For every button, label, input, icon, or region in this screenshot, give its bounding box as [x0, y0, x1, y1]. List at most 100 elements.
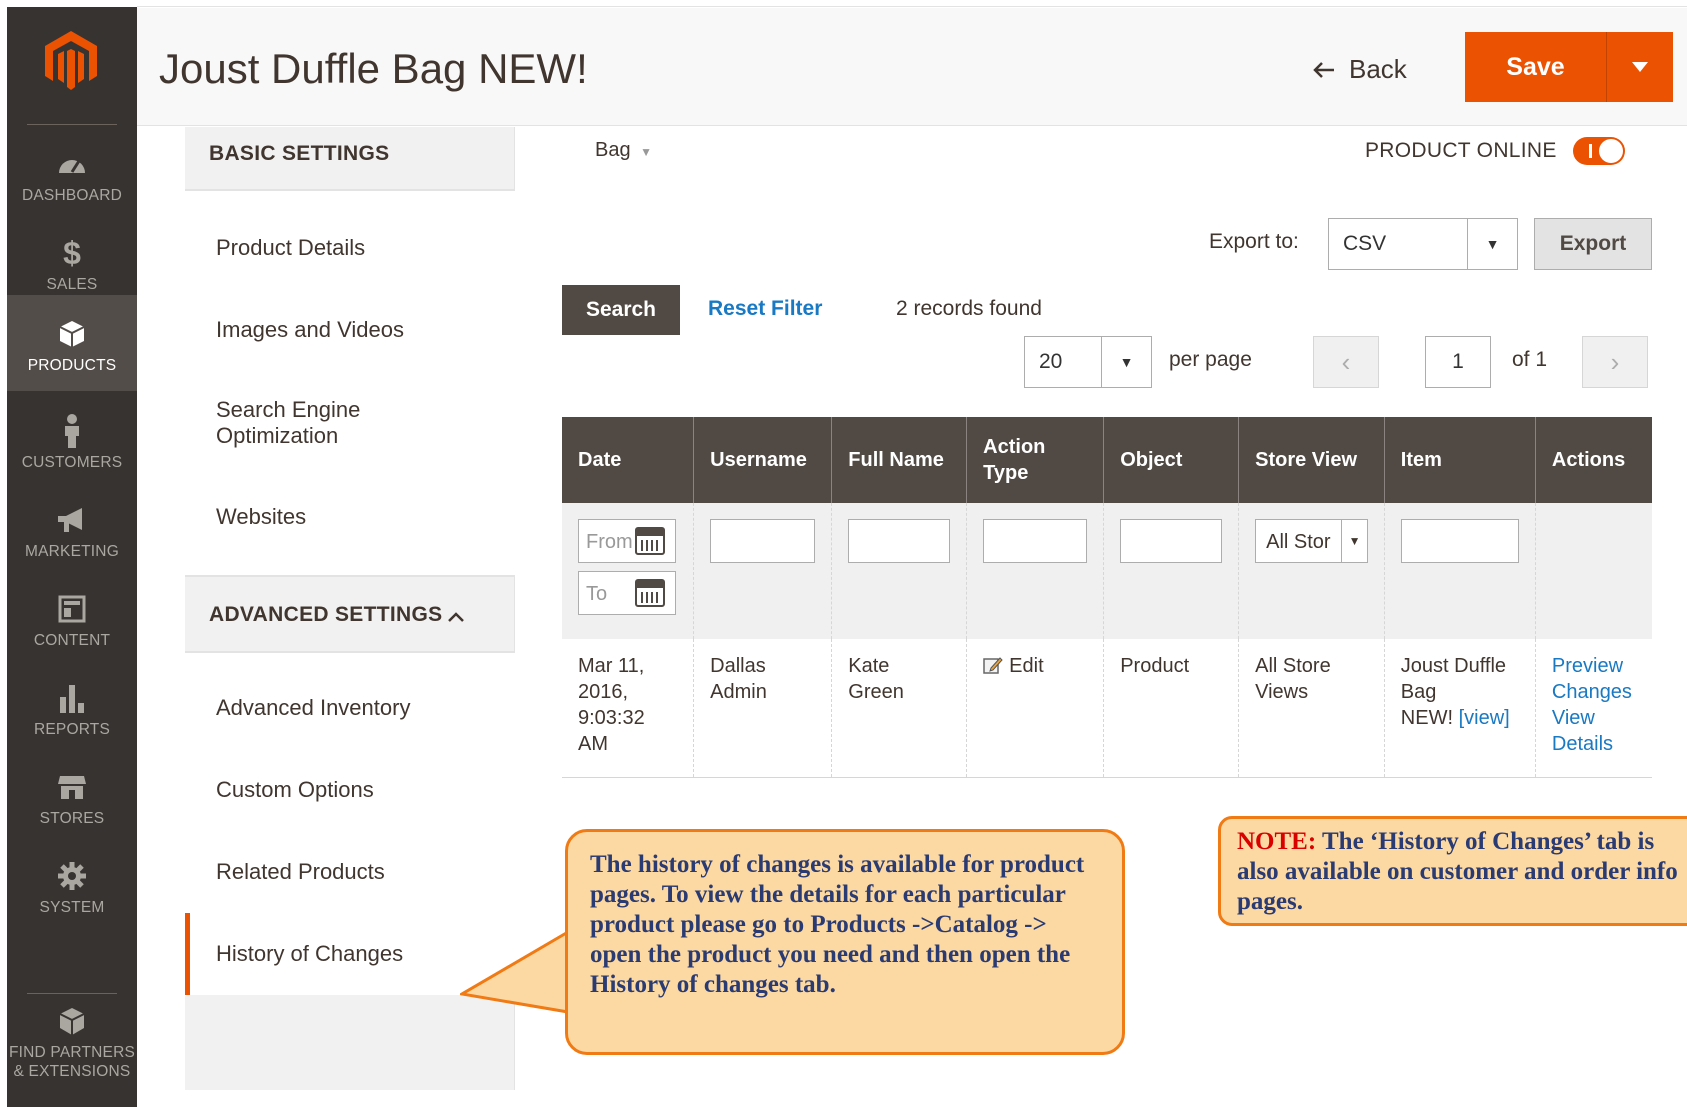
sidebar-item-content[interactable]: CONTENT [7, 570, 137, 666]
caret-down-icon: ▼ [1341, 520, 1367, 562]
per-page-label: per page [1169, 348, 1252, 371]
username-filter-input[interactable] [710, 519, 816, 563]
note-label: NOTE: [1237, 828, 1317, 855]
attribute-set-switcher[interactable]: Bag ▼ [595, 139, 652, 162]
action-type-filter-input[interactable] [983, 519, 1088, 563]
per-page-value: 20 [1039, 350, 1063, 373]
chevron-right-icon: › [1610, 346, 1620, 377]
advanced-settings-list: Advanced Inventory Custom Options Relate… [185, 653, 515, 913]
toggle-switch[interactable] [1572, 137, 1625, 165]
dollar-icon: $ [63, 234, 81, 271]
sidebar-item-products[interactable]: PRODUCTS [7, 295, 137, 391]
column-header-actions: Actions [1535, 417, 1652, 503]
sidebar-item-label: CONTENT [33, 632, 111, 649]
export-format-value: CSV [1343, 232, 1387, 255]
product-online-switch[interactable]: PRODUCT ONLINE [1365, 137, 1625, 165]
table-row: Mar 11, 2016, 9:03:32 AM Dallas Admin Kate Gr… [562, 639, 1652, 778]
cube-icon [7, 319, 137, 349]
top-border [137, 0, 1687, 7]
date-to-placeholder: To [586, 583, 608, 605]
full-name-filter-input[interactable] [848, 519, 951, 563]
admin-sidebar: DASHBOARD $ SALES PRODUCTS CUSTOMERS MAR… [7, 7, 137, 1107]
date-from-field[interactable]: From [578, 519, 676, 563]
store-view-filter-value: All Stor [1266, 531, 1331, 553]
store-view-filter-select[interactable]: All Stor ▼ [1255, 519, 1369, 563]
column-header-date[interactable]: Date [562, 417, 695, 503]
cell-object: Product [1103, 639, 1240, 778]
product-online-label: PRODUCT ONLINE [1365, 139, 1557, 162]
cell-actions: Preview Changes View Details [1535, 639, 1652, 778]
sidebar-item-label: CUSTOMERS [21, 454, 123, 471]
cell-action-type: Edit [966, 639, 1105, 778]
preview-changes-link[interactable]: Preview Changes [1552, 655, 1632, 703]
history-grid: Date Username Full Name Action Type Objec… [562, 417, 1652, 778]
cell-store-view: All Store Views [1238, 639, 1385, 778]
search-button[interactable]: Search [562, 285, 680, 335]
tab-websites[interactable]: Websites [216, 504, 306, 530]
filter-row: From To All Stor ▼ [562, 503, 1652, 639]
page-header: Joust Duffle Bag NEW! Back Save [137, 8, 1687, 126]
back-button[interactable]: Back [1313, 54, 1407, 85]
sidebar-item-customers[interactable]: CUSTOMERS [7, 392, 137, 488]
sidebar-item-dashboard[interactable]: DASHBOARD [7, 125, 137, 221]
column-header-username[interactable]: Username [693, 417, 833, 503]
person-icon [7, 414, 137, 448]
page-total: of 1 [1512, 348, 1548, 371]
sidebar-item-marketing[interactable]: MARKETING [7, 481, 137, 577]
export-format-select[interactable]: CSV ▼ [1328, 218, 1518, 270]
tab-custom-options[interactable]: Custom Options [216, 777, 374, 803]
tab-label: History of Changes [216, 941, 404, 966]
column-header-item[interactable]: Item [1384, 417, 1536, 503]
callout-history-info: The history of changes is available for … [565, 829, 1125, 1055]
boxes-icon [7, 1007, 137, 1037]
cell-item: Joust Duffle Bag NEW! [view] [1384, 639, 1536, 778]
caret-down-icon: ▼ [1101, 337, 1151, 387]
prev-page-button[interactable]: ‹ [1313, 336, 1379, 388]
tab-related-products[interactable]: Related Products [216, 859, 385, 885]
basic-settings-title[interactable]: BASIC SETTINGS [209, 142, 389, 166]
tab-images-videos[interactable]: Images and Videos [216, 317, 404, 343]
basic-settings-list: Product Details Images and Videos Search… [185, 191, 515, 575]
save-options-toggle[interactable] [1607, 32, 1673, 102]
caret-down-icon: ▼ [640, 145, 653, 159]
advanced-settings-title[interactable]: ADVANCED SETTINGS [209, 603, 442, 627]
calendar-icon[interactable] [635, 527, 665, 555]
back-label: Back [1349, 54, 1407, 84]
tab-advanced-inventory[interactable]: Advanced Inventory [216, 695, 410, 721]
sidebar-item-find-partners[interactable]: FIND PARTNERS & EXTENSIONS [7, 997, 137, 1093]
layout-icon [7, 594, 137, 624]
sidebar-item-stores[interactable]: STORES [7, 748, 137, 844]
calendar-icon[interactable] [635, 579, 665, 607]
reset-filter-link[interactable]: Reset Filter [708, 297, 822, 321]
save-split-button: Save [1465, 32, 1673, 102]
sidebar-item-reports[interactable]: REPORTS [7, 659, 137, 755]
column-header-action-type[interactable]: Action Type [966, 417, 1105, 503]
next-page-button[interactable]: › [1582, 336, 1648, 388]
sidebar-item-label: SALES [46, 276, 98, 293]
save-button[interactable]: Save [1465, 32, 1607, 102]
view-details-link[interactable]: View Details [1552, 707, 1613, 755]
page-number-input[interactable]: 1 [1425, 336, 1491, 388]
tab-product-details[interactable]: Product Details [216, 235, 365, 261]
date-to-field[interactable]: To [578, 571, 676, 615]
column-header-store-view[interactable]: Store View [1238, 417, 1385, 503]
item-filter-input[interactable] [1400, 519, 1519, 563]
per-page-select[interactable]: 20 ▼ [1024, 336, 1152, 388]
caret-down-icon: ▼ [1467, 219, 1517, 269]
sidebar-item-label: REPORTS [33, 721, 111, 738]
edit-pencil-icon [983, 657, 1003, 674]
callout-pointer [460, 930, 580, 1030]
divider [185, 575, 515, 577]
chevron-up-icon[interactable] [447, 611, 465, 623]
column-header-object[interactable]: Object [1103, 417, 1240, 503]
object-filter-input[interactable] [1120, 519, 1223, 563]
magento-logo-icon[interactable] [41, 29, 101, 90]
date-from-placeholder: From [586, 531, 633, 553]
tab-seo[interactable]: Search Engine Optimization [216, 397, 360, 449]
caret-down-icon [1632, 62, 1648, 72]
column-header-full-name[interactable]: Full Name [831, 417, 968, 503]
sidebar-item-label: STORES [39, 810, 105, 827]
view-item-link[interactable]: [view] [1459, 707, 1510, 729]
export-button[interactable]: Export [1534, 218, 1652, 270]
sidebar-item-system[interactable]: SYSTEM [7, 837, 137, 933]
